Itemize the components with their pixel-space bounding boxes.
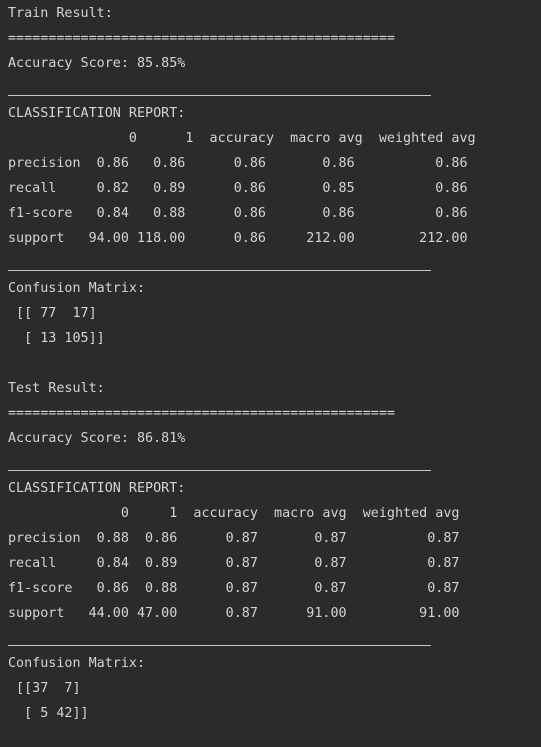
train-divider-line	[8, 81, 538, 106]
train-confusion-matrix-row-1: [[ 77 17]	[8, 306, 97, 321]
train-divider-line-2	[8, 256, 538, 281]
test-confusion-matrix-row-1: [[37 7]	[8, 681, 81, 696]
test-confusion-matrix-row-2: [ 5 42]]	[8, 706, 89, 721]
train-report-row-f1-score: f1-score 0.84 0.88 0.86 0.86 0.86	[8, 206, 468, 221]
test-report-row-f1-score: f1-score 0.86 0.88 0.87 0.87 0.87	[8, 581, 460, 596]
test-separator: ========================================…	[8, 406, 395, 421]
test-accuracy-score: Accuracy Score: 86.81%	[8, 431, 186, 446]
test-report-title: CLASSIFICATION REPORT:	[8, 481, 186, 496]
train-accuracy-score: Accuracy Score: 85.85%	[8, 56, 186, 71]
train-result-title: Train Result:	[8, 6, 113, 21]
test-report-row-support: support 44.00 47.00 0.87 91.00 91.00	[8, 606, 460, 621]
test-divider-line-2	[8, 631, 538, 656]
test-result-section: Test Result: ===========================…	[8, 381, 538, 731]
test-report-header: 0 1 accuracy macro avg weighted avg	[8, 506, 460, 521]
test-divider-line	[8, 456, 538, 481]
test-confusion-matrix-title: Confusion Matrix:	[8, 656, 146, 671]
test-result-title: Test Result:	[8, 381, 105, 396]
train-separator: ========================================…	[8, 31, 395, 46]
console-output: Train Result: ==========================…	[8, 6, 538, 731]
train-confusion-matrix-title: Confusion Matrix:	[8, 281, 146, 296]
train-report-header: 0 1 accuracy macro avg weighted avg	[8, 131, 476, 146]
train-report-row-support: support 94.00 118.00 0.86 212.00 212.00	[8, 231, 468, 246]
train-confusion-matrix-row-2: [ 13 105]]	[8, 331, 105, 346]
test-report-row-recall: recall 0.84 0.89 0.87 0.87 0.87	[8, 556, 460, 571]
train-result-section: Train Result: ==========================…	[8, 6, 538, 381]
train-report-row-precision: precision 0.86 0.86 0.86 0.86 0.86	[8, 156, 468, 171]
test-report-row-precision: precision 0.88 0.86 0.87 0.87 0.87	[8, 531, 460, 546]
train-report-row-recall: recall 0.82 0.89 0.86 0.85 0.86	[8, 181, 468, 196]
train-report-title: CLASSIFICATION REPORT:	[8, 106, 186, 121]
